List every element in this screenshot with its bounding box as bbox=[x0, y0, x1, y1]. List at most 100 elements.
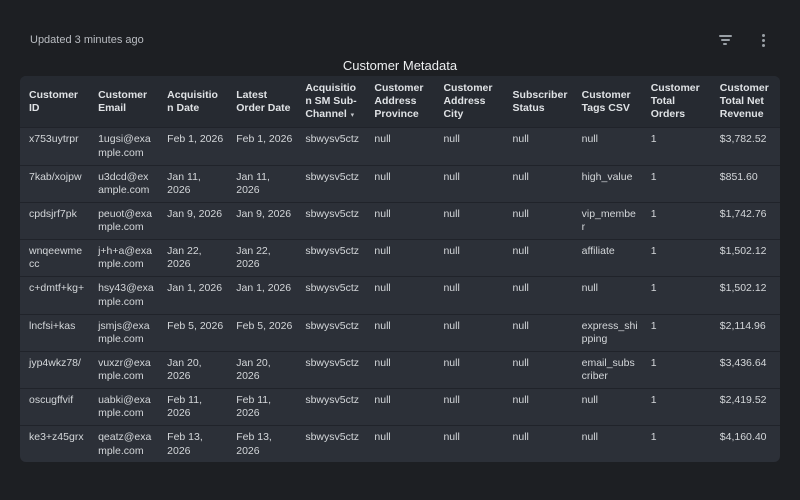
column-header[interactable]: Acquisition SM Sub-Channel ▾ bbox=[296, 76, 365, 128]
table-cell[interactable]: null bbox=[573, 426, 642, 462]
table-cell[interactable]: c+dmtf+kg+ bbox=[20, 277, 89, 314]
table-cell[interactable]: null bbox=[504, 240, 573, 277]
table-cell[interactable]: null bbox=[434, 202, 503, 239]
table-cell[interactable]: null bbox=[365, 389, 434, 426]
column-header[interactable]: Customer Total Orders bbox=[642, 76, 711, 128]
table-cell[interactable]: null bbox=[504, 128, 573, 165]
table-cell[interactable]: Feb 1, 2026 bbox=[158, 128, 227, 165]
table-cell[interactable]: 1 bbox=[642, 389, 711, 426]
table-cell[interactable]: null bbox=[504, 426, 573, 462]
table-cell[interactable]: sbwysv5ctz bbox=[296, 128, 365, 165]
table-cell[interactable]: $1,502.12 bbox=[711, 277, 780, 314]
table-cell[interactable]: null bbox=[365, 128, 434, 165]
table-cell[interactable]: 1 bbox=[642, 202, 711, 239]
table-cell[interactable]: sbwysv5ctz bbox=[296, 240, 365, 277]
table-cell[interactable]: Feb 13, 2026 bbox=[227, 426, 296, 462]
table-cell[interactable]: null bbox=[504, 389, 573, 426]
table-cell[interactable]: affiliate bbox=[573, 240, 642, 277]
table-cell[interactable]: high_value bbox=[573, 165, 642, 202]
table-cell[interactable]: wnqeewmecc bbox=[20, 240, 89, 277]
table-cell[interactable]: Feb 13, 2026 bbox=[158, 426, 227, 462]
column-header[interactable]: Subscriber Status bbox=[504, 76, 573, 128]
table-cell[interactable]: null bbox=[434, 389, 503, 426]
table-cell[interactable]: null bbox=[504, 314, 573, 351]
table-cell[interactable]: 1ugsi@example.com bbox=[89, 128, 158, 165]
column-header[interactable]: Customer Address Province bbox=[365, 76, 434, 128]
table-cell[interactable]: Jan 1, 2026 bbox=[158, 277, 227, 314]
table-cell[interactable]: Jan 9, 2026 bbox=[227, 202, 296, 239]
table-cell[interactable]: x753uytrpr bbox=[20, 128, 89, 165]
table-cell[interactable]: null bbox=[504, 277, 573, 314]
table-cell[interactable]: null bbox=[434, 314, 503, 351]
table-cell[interactable]: Jan 9, 2026 bbox=[158, 202, 227, 239]
table-cell[interactable]: null bbox=[504, 202, 573, 239]
table-cell[interactable]: oscugffvif bbox=[20, 389, 89, 426]
table-cell[interactable]: null bbox=[573, 128, 642, 165]
table-cell[interactable]: $4,160.40 bbox=[711, 426, 780, 462]
table-cell[interactable]: express_shipping bbox=[573, 314, 642, 351]
table-cell[interactable]: j+h+a@example.com bbox=[89, 240, 158, 277]
table-cell[interactable]: null bbox=[365, 165, 434, 202]
table-cell[interactable]: Feb 1, 2026 bbox=[227, 128, 296, 165]
table-cell[interactable]: null bbox=[434, 351, 503, 388]
table-cell[interactable]: null bbox=[434, 277, 503, 314]
table-cell[interactable]: $1,502.12 bbox=[711, 240, 780, 277]
table-cell[interactable]: null bbox=[365, 351, 434, 388]
table-cell[interactable]: null bbox=[365, 314, 434, 351]
table-cell[interactable]: Jan 11, 2026 bbox=[227, 165, 296, 202]
table-cell[interactable]: null bbox=[573, 389, 642, 426]
table-cell[interactable]: $3,436.64 bbox=[711, 351, 780, 388]
column-header[interactable]: Customer ID bbox=[20, 76, 89, 128]
table-cell[interactable]: Jan 20, 2026 bbox=[227, 351, 296, 388]
table-cell[interactable]: $2,114.96 bbox=[711, 314, 780, 351]
table-cell[interactable]: null bbox=[365, 426, 434, 462]
table-cell[interactable]: null bbox=[434, 165, 503, 202]
table-cell[interactable]: 1 bbox=[642, 128, 711, 165]
table-cell[interactable]: Jan 22, 2026 bbox=[227, 240, 296, 277]
table-cell[interactable]: Jan 22, 2026 bbox=[158, 240, 227, 277]
table-cell[interactable]: 1 bbox=[642, 314, 711, 351]
table-cell[interactable]: hsy43@example.com bbox=[89, 277, 158, 314]
table-cell[interactable]: sbwysv5ctz bbox=[296, 389, 365, 426]
table-cell[interactable]: null bbox=[434, 128, 503, 165]
table-cell[interactable]: null bbox=[504, 351, 573, 388]
column-header[interactable]: Customer Address City bbox=[434, 76, 503, 128]
table-cell[interactable]: cpdsjrf7pk bbox=[20, 202, 89, 239]
table-cell[interactable]: sbwysv5ctz bbox=[296, 202, 365, 239]
table-cell[interactable]: $3,782.52 bbox=[711, 128, 780, 165]
table-cell[interactable]: Feb 5, 2026 bbox=[227, 314, 296, 351]
table-cell[interactable]: vip_member bbox=[573, 202, 642, 239]
table-cell[interactable]: $1,742.76 bbox=[711, 202, 780, 239]
table-cell[interactable]: 1 bbox=[642, 240, 711, 277]
column-header[interactable]: Latest Order Date bbox=[227, 76, 296, 128]
table-cell[interactable]: Feb 5, 2026 bbox=[158, 314, 227, 351]
table-cell[interactable]: 1 bbox=[642, 351, 711, 388]
table-cell[interactable]: $2,419.52 bbox=[711, 389, 780, 426]
table-cell[interactable]: qeatz@example.com bbox=[89, 426, 158, 462]
table-cell[interactable]: sbwysv5ctz bbox=[296, 314, 365, 351]
table-cell[interactable]: Feb 11, 2026 bbox=[227, 389, 296, 426]
table-cell[interactable]: null bbox=[434, 426, 503, 462]
column-header[interactable]: Acquisition Date bbox=[158, 76, 227, 128]
table-cell[interactable]: null bbox=[365, 277, 434, 314]
table-cell[interactable]: 1 bbox=[642, 165, 711, 202]
table-cell[interactable]: sbwysv5ctz bbox=[296, 426, 365, 462]
table-cell[interactable]: sbwysv5ctz bbox=[296, 277, 365, 314]
column-header[interactable]: Customer Total Net Revenue bbox=[711, 76, 780, 128]
table-cell[interactable]: Feb 11, 2026 bbox=[158, 389, 227, 426]
table-cell[interactable]: ke3+z45grx bbox=[20, 426, 89, 462]
table-cell[interactable]: null bbox=[365, 202, 434, 239]
table-cell[interactable]: null bbox=[434, 240, 503, 277]
table-cell[interactable]: lncfsi+kas bbox=[20, 314, 89, 351]
filter-icon[interactable] bbox=[716, 31, 734, 49]
table-cell[interactable]: null bbox=[504, 165, 573, 202]
column-header[interactable]: Customer Tags CSV bbox=[573, 76, 642, 128]
table-cell[interactable]: null bbox=[573, 277, 642, 314]
table-cell[interactable]: vuxzr@example.com bbox=[89, 351, 158, 388]
table-cell[interactable]: sbwysv5ctz bbox=[296, 351, 365, 388]
column-header[interactable]: Customer Email bbox=[89, 76, 158, 128]
table-cell[interactable]: Jan 11, 2026 bbox=[158, 165, 227, 202]
table-cell[interactable]: jsmjs@example.com bbox=[89, 314, 158, 351]
table-cell[interactable]: 1 bbox=[642, 426, 711, 462]
table-cell[interactable]: peuot@example.com bbox=[89, 202, 158, 239]
